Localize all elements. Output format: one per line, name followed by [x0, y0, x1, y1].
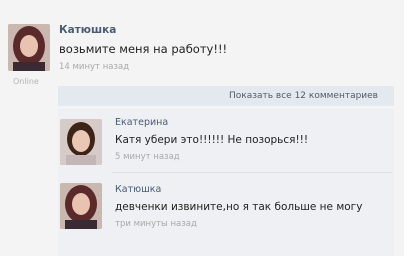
avatar[interactable]	[8, 24, 50, 71]
user-photo-icon	[8, 24, 50, 71]
comment-timestamp[interactable]: три минуты назад	[115, 219, 197, 229]
user-photo-icon	[60, 119, 102, 165]
show-all-comments-button[interactable]: Показать все 12 комментариев	[58, 86, 394, 106]
comment-author-link[interactable]: Катюшка	[115, 184, 161, 195]
comment-author-link[interactable]: Екатерина	[115, 117, 168, 128]
online-status: Online	[13, 77, 39, 86]
comment-text: девченки извините,но я так больше не мог…	[115, 201, 363, 213]
wall-post: Online Катюшка возьмите меня на работу!!…	[0, 0, 404, 256]
post-author-link[interactable]: Катюшка	[59, 24, 116, 36]
comments-list	[58, 109, 394, 256]
comment-avatar[interactable]	[60, 119, 102, 165]
comment-avatar[interactable]	[60, 183, 102, 229]
comment-text: Катя убери это!!!!!! Не позорься!!!	[115, 134, 309, 146]
comment-timestamp[interactable]: 5 минут назад	[115, 152, 180, 162]
comment-divider	[112, 172, 392, 173]
user-photo-icon	[60, 183, 102, 229]
post-text: возьмите меня на работу!!!	[59, 42, 228, 56]
show-all-comments-label: Показать все 12 комментариев	[228, 91, 378, 101]
post-timestamp[interactable]: 14 минут назад	[59, 62, 129, 72]
